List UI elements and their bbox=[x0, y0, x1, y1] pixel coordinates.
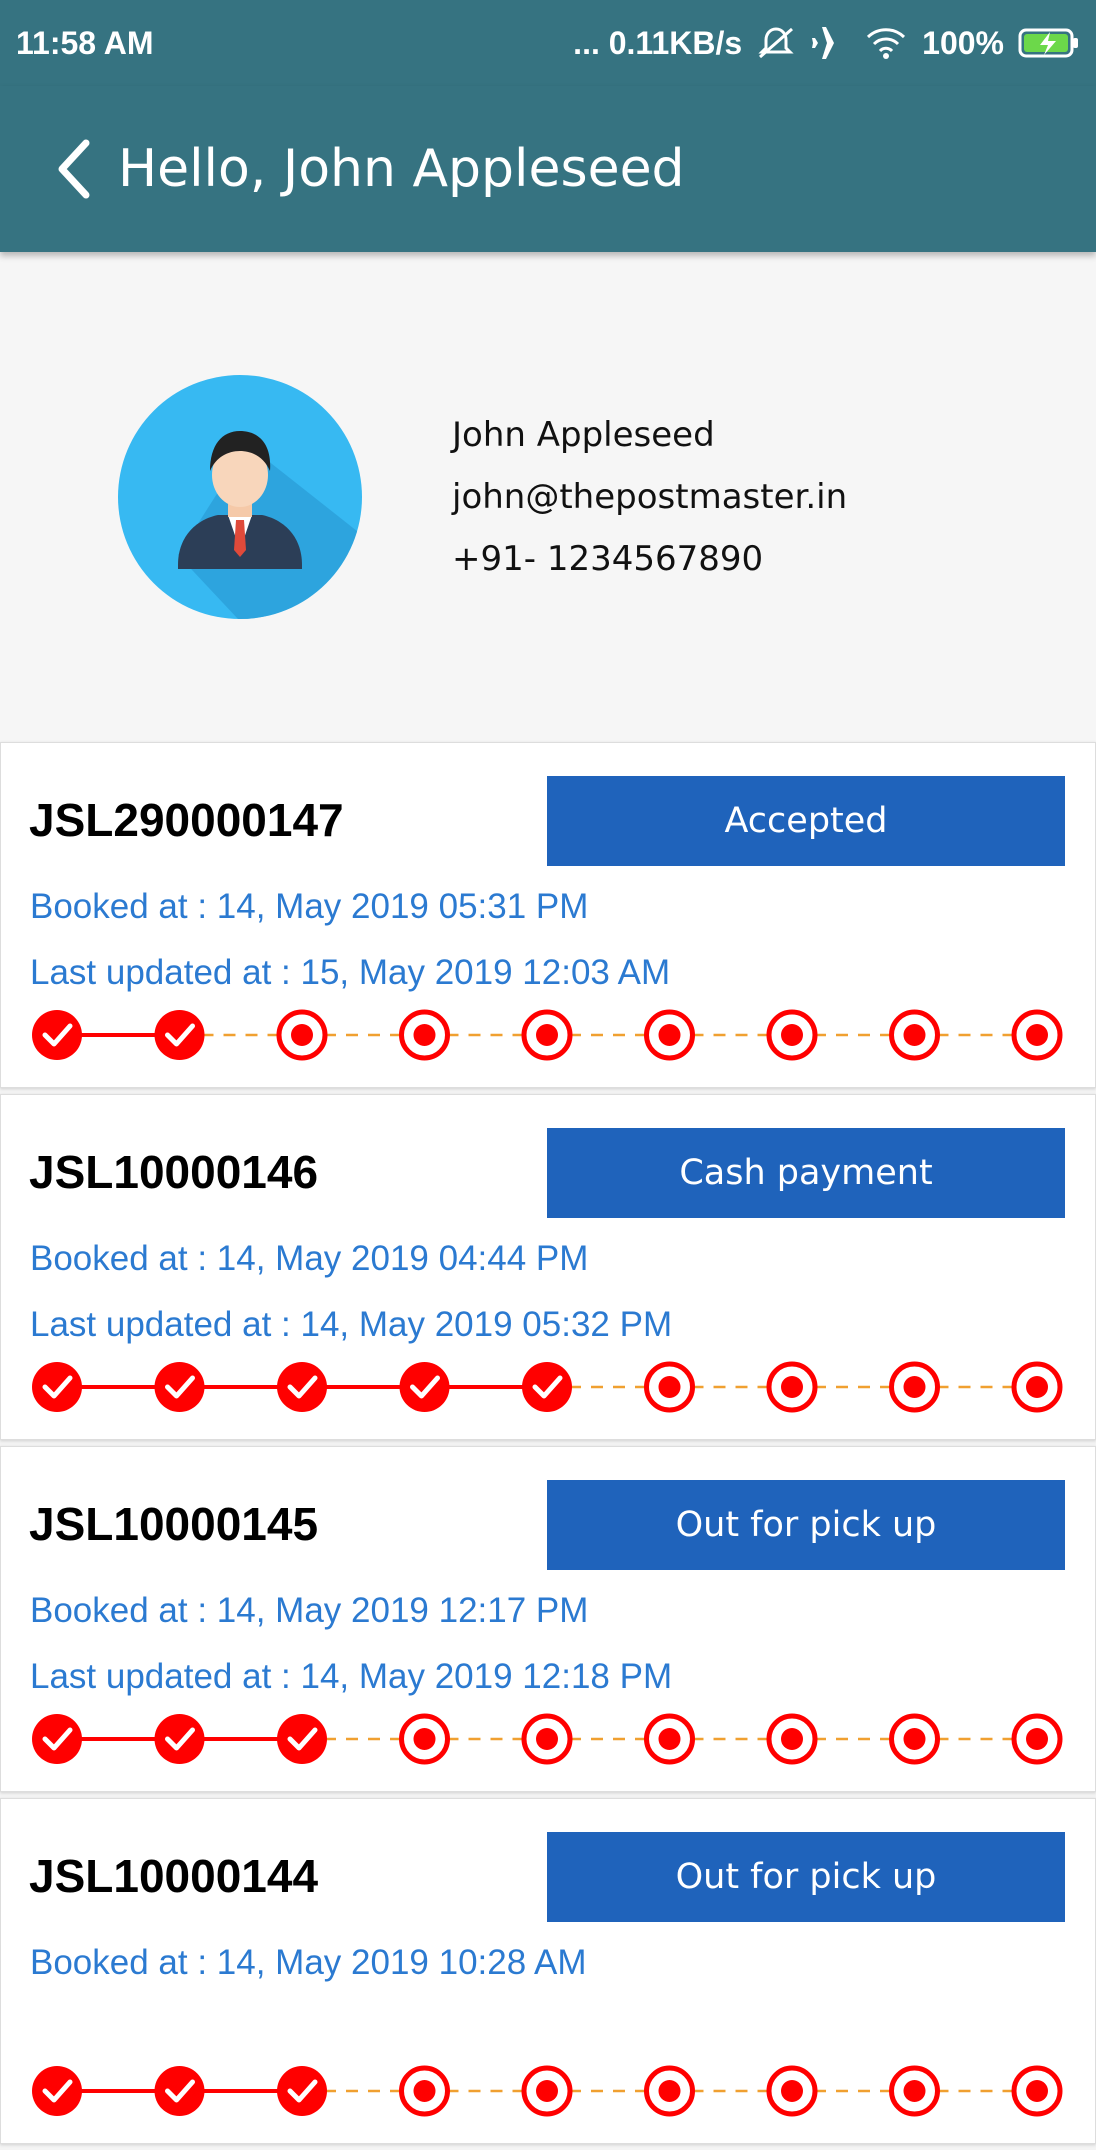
booked-at: Booked at : 14, May 2019 04:44 PM bbox=[30, 1239, 589, 1278]
step-pending-icon bbox=[521, 1713, 573, 1765]
order-card[interactable]: JSL10000145 Out for pick up Booked at : … bbox=[0, 1446, 1096, 1792]
progress-tracker bbox=[32, 1361, 1063, 1413]
status-bar: 11:58 AM ... 0.11KB/s 100% bbox=[0, 0, 1096, 86]
profile-name: John Appleseed bbox=[452, 415, 715, 455]
step-pending-icon bbox=[766, 1713, 818, 1765]
step-pending-icon bbox=[1011, 1713, 1063, 1765]
step-done-icon bbox=[399, 1362, 450, 1412]
status-time: 11:58 AM bbox=[16, 24, 154, 61]
booked-at: Booked at : 14, May 2019 10:28 AM bbox=[30, 1943, 587, 1982]
last-updated-at: Last updated at : 14, May 2019 05:32 PM bbox=[30, 1305, 673, 1344]
step-done-icon bbox=[32, 1010, 82, 1060]
order-status-button[interactable]: Out for pick up bbox=[547, 1832, 1065, 1922]
network-speed: ... 0.11KB/s bbox=[573, 24, 743, 61]
step-done-icon bbox=[154, 1010, 205, 1060]
step-pending-icon bbox=[889, 1361, 940, 1413]
avatar bbox=[118, 375, 362, 619]
status-right: ... 0.11KB/s 100% bbox=[573, 25, 1080, 62]
mute-icon bbox=[758, 27, 794, 59]
step-pending-icon bbox=[644, 2065, 695, 2117]
step-done-icon bbox=[277, 1714, 327, 1764]
order-card[interactable]: JSL290000147 Accepted Booked at : 14, Ma… bbox=[0, 742, 1096, 1088]
step-done-icon bbox=[277, 2066, 327, 2116]
step-pending-icon bbox=[399, 2065, 450, 2117]
order-id: JSL10000146 bbox=[29, 1146, 319, 1198]
user-icon bbox=[178, 431, 362, 619]
step-pending-icon bbox=[399, 1713, 450, 1765]
step-pending-icon bbox=[521, 1009, 573, 1061]
step-pending-icon bbox=[1011, 2065, 1063, 2117]
step-done-icon bbox=[32, 1714, 82, 1764]
order-id: JSL10000145 bbox=[29, 1498, 319, 1550]
airplane-icon bbox=[812, 27, 847, 59]
step-pending-icon bbox=[644, 1361, 695, 1413]
order-card[interactable]: JSL10000146 Cash payment Booked at : 14,… bbox=[0, 1094, 1096, 1440]
progress-tracker bbox=[32, 1009, 1063, 1061]
step-pending-icon bbox=[766, 1009, 818, 1061]
order-id: JSL290000147 bbox=[29, 794, 344, 846]
step-pending-icon bbox=[644, 1009, 695, 1061]
order-status-button[interactable]: Cash payment bbox=[547, 1128, 1065, 1218]
back-button[interactable] bbox=[50, 137, 98, 201]
step-pending-icon bbox=[766, 1361, 818, 1413]
page-title: Hello, John Appleseed bbox=[118, 139, 685, 199]
step-done-icon bbox=[154, 1362, 205, 1412]
order-status-button[interactable]: Accepted bbox=[547, 776, 1065, 866]
profile-phone: +91- 1234567890 bbox=[452, 539, 764, 579]
step-pending-icon bbox=[521, 2065, 573, 2117]
step-pending-icon bbox=[276, 1009, 328, 1061]
order-status-button[interactable]: Out for pick up bbox=[547, 1480, 1065, 1570]
last-updated-at: Last updated at : 14, May 2019 12:18 PM bbox=[30, 1657, 673, 1696]
order-id: JSL10000144 bbox=[29, 1850, 319, 1902]
battery-percent: 100% bbox=[922, 24, 1004, 61]
step-pending-icon bbox=[889, 1713, 940, 1765]
order-list: JSL290000147 Accepted Booked at : 14, Ma… bbox=[0, 742, 1096, 2150]
step-pending-icon bbox=[644, 1713, 695, 1765]
booked-at: Booked at : 14, May 2019 05:31 PM bbox=[30, 887, 589, 926]
order-card[interactable]: JSL10000144 Out for pick up Booked at : … bbox=[0, 1798, 1096, 2144]
step-pending-icon bbox=[1011, 1361, 1063, 1413]
step-done-icon bbox=[154, 2066, 205, 2116]
last-updated-at: Last updated at : 15, May 2019 12:03 AM bbox=[30, 953, 671, 992]
battery-charging-icon bbox=[1018, 28, 1078, 58]
profile-info: John Appleseed john@thepostmaster.in +91… bbox=[452, 393, 847, 601]
step-pending-icon bbox=[1011, 1009, 1063, 1061]
step-pending-icon bbox=[889, 1009, 940, 1061]
step-done-icon bbox=[277, 1362, 327, 1412]
app-bar: Hello, John Appleseed bbox=[0, 86, 1096, 252]
wifi-icon bbox=[867, 28, 906, 59]
step-done-icon bbox=[154, 1714, 205, 1764]
step-done-icon bbox=[32, 1362, 82, 1412]
profile-email: john@thepostmaster.in bbox=[452, 477, 848, 517]
step-pending-icon bbox=[889, 2065, 940, 2117]
profile-section: John Appleseed john@thepostmaster.in +91… bbox=[0, 252, 1096, 742]
progress-tracker bbox=[32, 1713, 1063, 1765]
step-done-icon bbox=[522, 1362, 572, 1412]
booked-at: Booked at : 14, May 2019 12:17 PM bbox=[30, 1591, 589, 1630]
chevron-left-icon bbox=[58, 139, 90, 199]
step-pending-icon bbox=[399, 1009, 450, 1061]
progress-tracker bbox=[32, 2065, 1063, 2117]
step-done-icon bbox=[32, 2066, 82, 2116]
step-pending-icon bbox=[766, 2065, 818, 2117]
